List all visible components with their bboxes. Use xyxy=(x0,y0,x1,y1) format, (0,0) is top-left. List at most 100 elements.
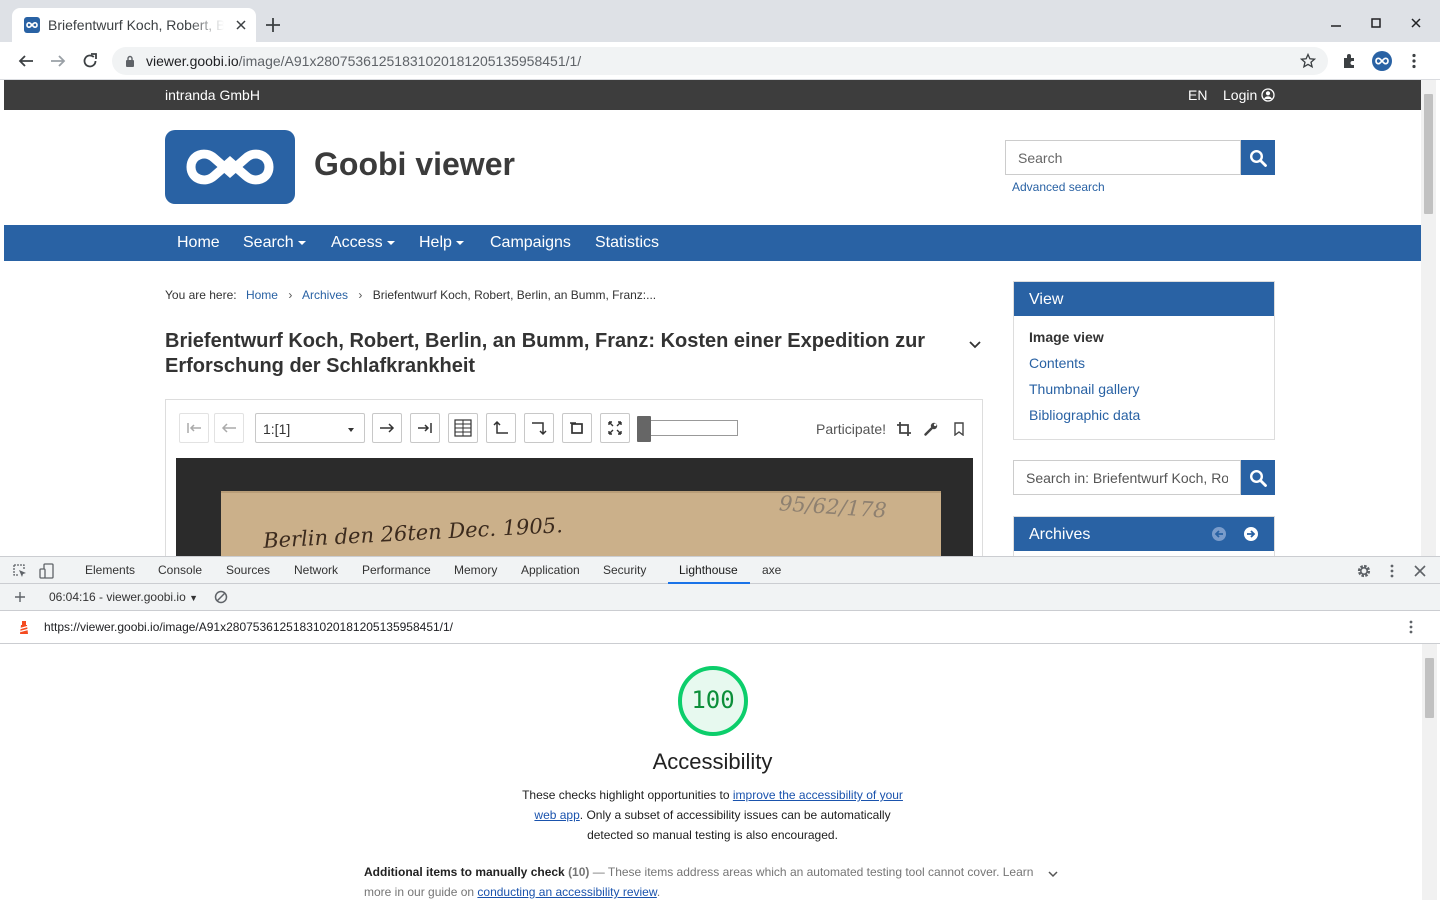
chevron-down-icon[interactable] xyxy=(968,337,982,351)
first-page-icon xyxy=(187,423,201,433)
rotate-left-button[interactable] xyxy=(486,413,516,443)
chevron-down-icon[interactable] xyxy=(1046,867,1060,881)
new-report-plus-icon[interactable] xyxy=(12,589,28,605)
settings-gear-icon[interactable] xyxy=(1356,563,1372,579)
devtools-tab-memory[interactable]: Memory xyxy=(454,563,497,577)
clear-block-icon[interactable] xyxy=(213,589,229,605)
reload-icon[interactable] xyxy=(81,52,99,70)
devtools-menu-icon[interactable] xyxy=(1384,563,1400,579)
page-select-value: 1:[1] xyxy=(263,421,291,437)
devtools-tab-bar: Elements Console Sources Network Perform… xyxy=(0,556,1440,584)
score-value: 100 xyxy=(691,686,735,714)
lock-icon[interactable] xyxy=(125,55,135,67)
report-url[interactable]: https://viewer.goobi.io/image/A91x280753… xyxy=(44,620,453,634)
language-switcher[interactable]: EN xyxy=(1188,87,1207,103)
nav-search[interactable]: Search xyxy=(243,234,306,252)
forward-arrow-icon[interactable] xyxy=(49,52,67,70)
user-circle-icon[interactable] xyxy=(1261,88,1275,102)
search-button[interactable] xyxy=(1241,140,1275,175)
top-bar: intranda GmbH EN Login xyxy=(4,80,1421,110)
devtools-tab-performance[interactable]: Performance xyxy=(362,563,431,577)
close-window-icon[interactable] xyxy=(1409,16,1423,30)
address-bar[interactable]: viewer.goobi.io/image/A91x28075361251831… xyxy=(112,47,1328,75)
bookmark-icon[interactable] xyxy=(952,422,966,436)
page-scrollbar-thumb[interactable] xyxy=(1424,94,1433,214)
maximize-window-icon[interactable] xyxy=(1369,16,1383,30)
view-option-bibliographic[interactable]: Bibliographic data xyxy=(1029,407,1259,433)
first-page-button[interactable] xyxy=(179,413,209,443)
report-select[interactable]: 06:04:16 - viewer.goobi.io ▼ xyxy=(49,590,198,604)
organization-name[interactable]: intranda GmbH xyxy=(165,87,260,103)
nav-campaigns-label: Campaigns xyxy=(490,234,571,251)
zoom-slider[interactable] xyxy=(636,416,738,442)
device-toolbar-icon[interactable] xyxy=(39,563,55,579)
devtools-tab-application[interactable]: Application xyxy=(521,563,580,577)
browser-tab[interactable]: Briefentwurf Koch, Robert, Berlin, an Bu… xyxy=(12,8,256,42)
nav-statistics[interactable]: Statistics xyxy=(595,234,659,252)
brand-name[interactable]: Goobi viewer xyxy=(314,146,515,183)
previous-page-button[interactable] xyxy=(214,413,244,443)
view-options-list: Image view Contents Thumbnail gallery Bi… xyxy=(1014,316,1274,433)
view-option-contents[interactable]: Contents xyxy=(1029,355,1259,381)
fullscreen-button[interactable] xyxy=(600,413,630,443)
rotate-right-button[interactable] xyxy=(524,413,554,443)
nav-campaigns[interactable]: Campaigns xyxy=(490,234,571,252)
devtools-tab-axe[interactable]: axe xyxy=(762,563,781,577)
browser-menu-icon[interactable] xyxy=(1405,52,1423,70)
nav-statistics-label: Statistics xyxy=(595,234,660,251)
advanced-search-link[interactable]: Advanced search xyxy=(1012,180,1105,194)
participate-label[interactable]: Participate! xyxy=(816,421,886,437)
close-devtools-icon[interactable] xyxy=(1412,563,1428,579)
next-page-button[interactable] xyxy=(372,413,402,443)
login-link[interactable]: Login xyxy=(1223,87,1257,103)
zoom-slider-handle[interactable] xyxy=(636,416,651,442)
breadcrumb-archives[interactable]: Archives xyxy=(302,288,348,302)
search-input[interactable] xyxy=(1005,140,1241,175)
devtools-tab-network[interactable]: Network xyxy=(294,563,338,577)
devtools-tab-sources[interactable]: Sources xyxy=(226,563,270,577)
category-title: Accessibility xyxy=(652,749,773,774)
goobi-extension-icon[interactable] xyxy=(1372,51,1392,71)
extensions-puzzle-icon[interactable] xyxy=(1341,52,1359,70)
reset-rotation-button[interactable] xyxy=(562,413,592,443)
report-scrollbar[interactable] xyxy=(1422,644,1437,900)
nav-home[interactable]: Home xyxy=(177,234,220,252)
dropdown-caret-icon: ▼ xyxy=(189,593,199,603)
minimize-window-icon[interactable] xyxy=(1329,16,1343,30)
devtools-tab-lighthouse[interactable]: Lighthouse xyxy=(679,563,738,577)
arrow-circle-left-icon[interactable] xyxy=(1211,526,1227,542)
arrow-circle-right-icon[interactable] xyxy=(1243,526,1259,542)
reset-view-icon xyxy=(570,422,583,434)
accessibility-review-link[interactable]: conducting an accessibility review xyxy=(477,885,656,899)
back-arrow-icon[interactable] xyxy=(17,52,35,70)
page-scrollbar[interactable] xyxy=(1421,80,1436,556)
search-in-document-button[interactable] xyxy=(1241,460,1275,495)
page-select[interactable]: 1:[1] xyxy=(255,413,365,443)
devtools-tab-elements[interactable]: Elements xyxy=(85,563,135,577)
report-scrollbar-thumb[interactable] xyxy=(1425,658,1434,718)
search-in-document-input[interactable] xyxy=(1013,460,1241,495)
nav-help[interactable]: Help xyxy=(419,234,464,252)
manual-checks-group[interactable]: Additional items to manually check (10) … xyxy=(364,862,1064,900)
bookmark-star-icon[interactable] xyxy=(1300,53,1316,69)
last-page-button[interactable] xyxy=(410,413,440,443)
inspect-element-icon[interactable] xyxy=(12,563,28,579)
wrench-icon[interactable] xyxy=(924,422,938,436)
new-tab-icon[interactable] xyxy=(264,16,282,34)
document-scan-image[interactable]: Berlin den 26ten Dec. 1905. 95/62/178 xyxy=(176,458,973,556)
devtools-tab-security[interactable]: Security xyxy=(603,563,646,577)
crop-icon[interactable] xyxy=(897,422,911,436)
breadcrumb-home[interactable]: Home xyxy=(246,288,278,302)
breadcrumb: You are here: Home › Archives › Briefent… xyxy=(165,288,656,302)
view-option-thumbnails[interactable]: Thumbnail gallery xyxy=(1029,381,1259,407)
report-menu-icon[interactable] xyxy=(1403,619,1419,635)
double-page-mode-button[interactable] xyxy=(448,413,478,443)
devtools-tab-console[interactable]: Console xyxy=(158,563,202,577)
goobi-logo[interactable] xyxy=(165,130,295,204)
close-tab-icon[interactable] xyxy=(234,18,248,32)
view-option-image[interactable]: Image view xyxy=(1029,329,1259,355)
lighthouse-logo-icon xyxy=(16,619,32,635)
nav-access[interactable]: Access xyxy=(331,234,395,252)
page-title: Briefentwurf Koch, Robert, Berlin, an Bu… xyxy=(165,330,926,377)
view-panel: View Image view Contents Thumbnail galle… xyxy=(1013,281,1275,440)
